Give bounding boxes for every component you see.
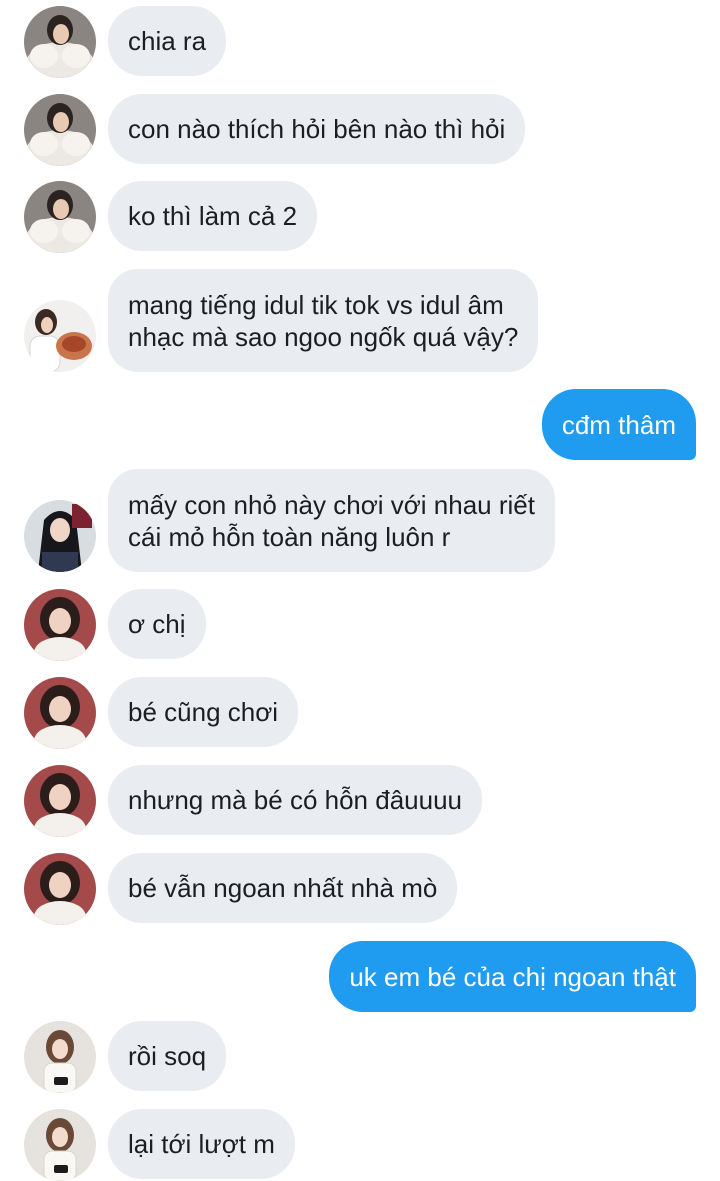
avatar-fur[interactable] [24, 6, 96, 78]
message-text-line: cái mỏ hỗn toàn năng luôn r [128, 521, 451, 552]
message-text-line: mang tiếng idul tik tok vs idul âm [128, 289, 504, 320]
message-bubble[interactable]: ơ chị [108, 589, 206, 659]
message-text: bé vẫn ngoan nhất nhà mò [128, 873, 438, 903]
message-text: rồi soq [128, 1041, 207, 1071]
avatar-food[interactable] [24, 300, 96, 372]
avatar-fur[interactable] [24, 94, 96, 166]
avatar-dark[interactable] [24, 500, 96, 572]
avatar-red[interactable] [24, 677, 96, 749]
message-bubble[interactable]: mấy con nhỏ này chơi với nhau riết cái m… [108, 469, 555, 572]
avatar-light[interactable] [24, 1109, 96, 1181]
message-bubble[interactable]: bé vẫn ngoan nhất nhà mò [108, 853, 458, 923]
sent-message-bubble[interactable]: uk em bé của chị ngoan thật [329, 941, 696, 1012]
message-text: lại tới lượt m [128, 1129, 275, 1159]
message-text: bé cũng chơi [128, 697, 279, 727]
message-text: con nào thích hỏi bên nào thì hỏi [128, 114, 506, 144]
message-text: ko thì làm cả 2 [128, 201, 298, 231]
message-text: uk em bé của chị ngoan thật [349, 961, 676, 992]
message-bubble[interactable]: con nào thích hỏi bên nào thì hỏi [108, 94, 526, 164]
message-bubble[interactable]: rồi soq [108, 1021, 227, 1091]
message-bubble[interactable]: chia ra [108, 6, 227, 76]
message-thread: chia ra con nào thích hỏi bên nào thì hỏ… [0, 0, 720, 1181]
avatar-red[interactable] [24, 853, 96, 925]
message-text: cđm thâm [561, 409, 676, 440]
message-text: nhưng mà bé có hỗn đâuuuu [128, 785, 463, 815]
message-bubble[interactable]: bé cũng chơi [108, 677, 299, 747]
avatar-red[interactable] [24, 765, 96, 837]
sent-message-bubble[interactable]: cđm thâm [541, 389, 696, 460]
avatar-red[interactable] [24, 589, 96, 661]
message-text: chia ra [128, 26, 207, 56]
message-text-line: nhạc mà sao ngoo ngốk quá vậy? [128, 321, 519, 352]
message-bubble[interactable]: mang tiếng idul tik tok vs idul âm nhạc … [108, 269, 539, 372]
message-text-line: mấy con nhỏ này chơi với nhau riết [128, 489, 535, 520]
avatar-light[interactable] [24, 1021, 96, 1093]
message-bubble[interactable]: ko thì làm cả 2 [108, 181, 318, 251]
message-bubble[interactable]: nhưng mà bé có hỗn đâuuuu [108, 765, 483, 835]
avatar-fur[interactable] [24, 181, 96, 253]
message-text: ơ chị [128, 609, 186, 639]
